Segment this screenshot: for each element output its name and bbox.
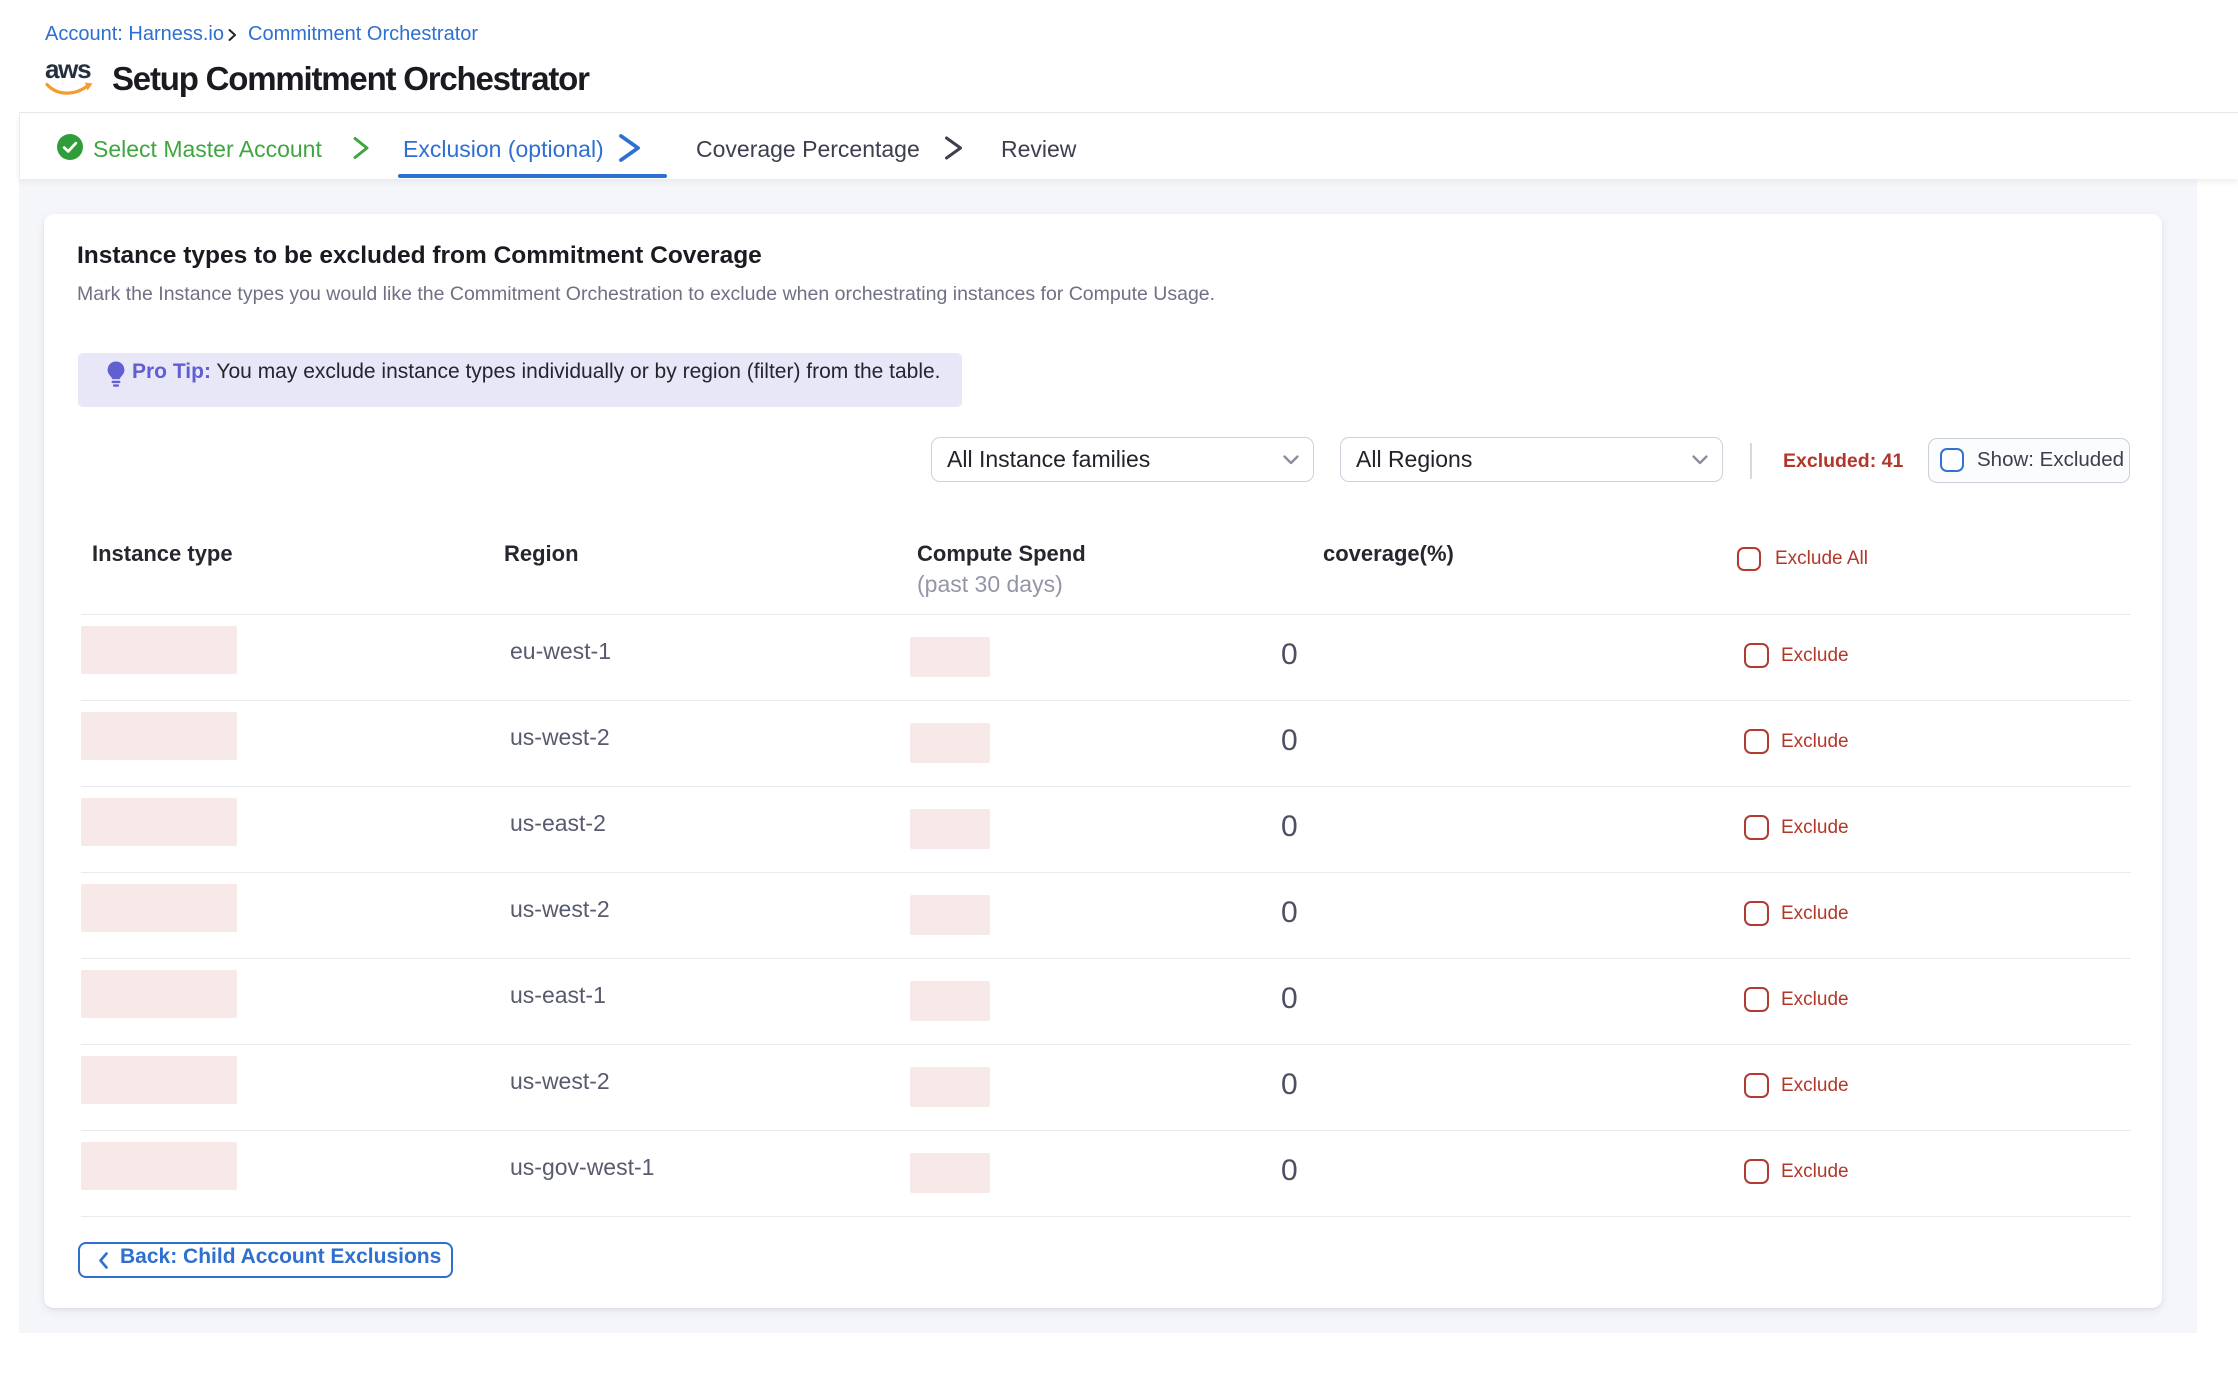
svg-text:aws: aws (45, 56, 91, 84)
